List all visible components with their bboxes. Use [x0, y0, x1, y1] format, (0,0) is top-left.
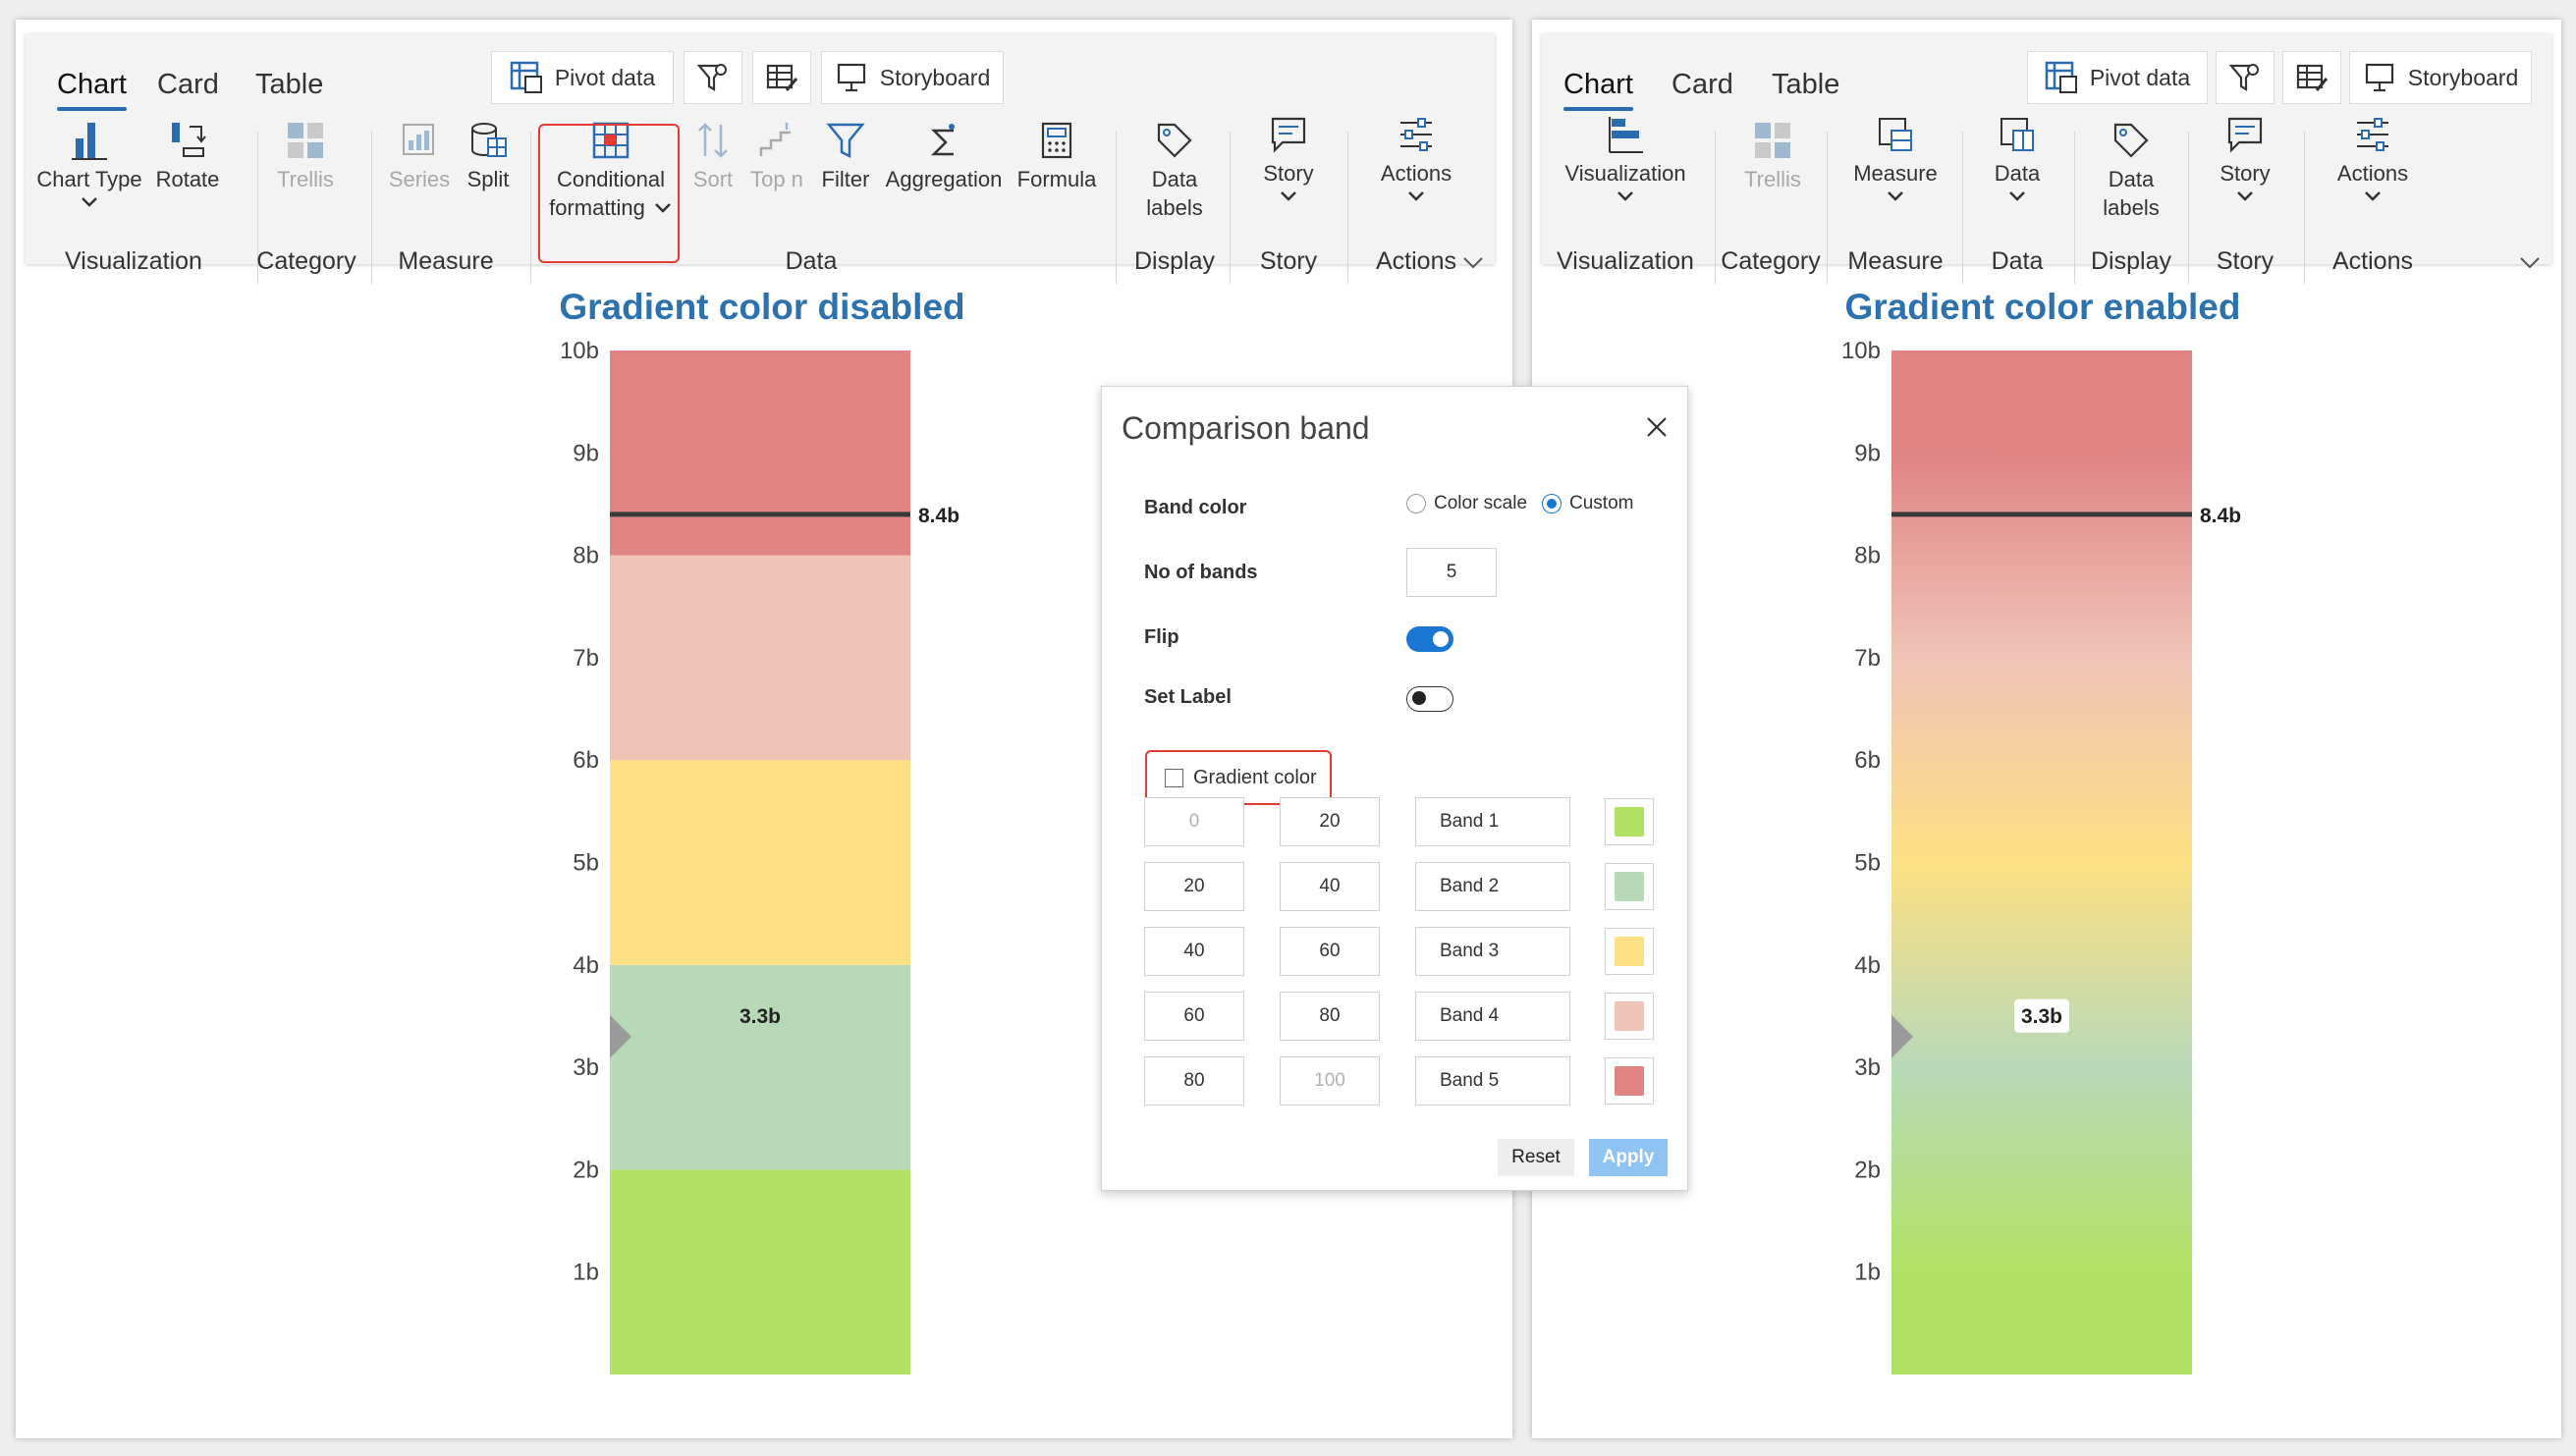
band-to-input[interactable]: 60	[1280, 927, 1380, 976]
band-from-input[interactable]: 20	[1144, 862, 1244, 911]
color-scale-radio[interactable]: Color scale	[1406, 493, 1527, 514]
close-icon[interactable]	[1646, 416, 1668, 438]
color-swatch	[1615, 1066, 1644, 1096]
y-tick-label: 4b	[573, 952, 599, 979]
gradient-color-label: Gradient color	[1193, 766, 1317, 788]
band-from-input[interactable]: 0	[1144, 797, 1244, 846]
custom-label: Custom	[1569, 493, 1634, 513]
comparison-band	[610, 760, 910, 965]
y-tick-label: 2b	[573, 1157, 599, 1183]
band-name-input[interactable]: Band 3	[1415, 927, 1570, 976]
y-tick-label: 5b	[573, 850, 599, 877]
band-name-input[interactable]: Band 2	[1415, 862, 1570, 911]
comparison-band	[610, 964, 910, 1170]
checkbox-box	[1165, 768, 1183, 787]
y-tick-label: 3b	[1854, 1054, 1881, 1081]
band-to-input[interactable]: 40	[1280, 862, 1380, 911]
color-swatch	[1615, 1001, 1644, 1031]
y-tick-label: 8b	[1854, 543, 1881, 569]
band-to-input[interactable]: 20	[1280, 797, 1380, 846]
band-from-input[interactable]: 40	[1144, 927, 1244, 976]
color-scale-label: Color scale	[1434, 493, 1528, 513]
y-tick-label: 9b	[1854, 440, 1881, 466]
set-label-toggle[interactable]	[1406, 686, 1453, 712]
comparison-band	[610, 1169, 910, 1375]
comparison-band	[610, 351, 910, 556]
reset-button[interactable]: Reset	[1498, 1139, 1574, 1176]
dialog-title: Comparison band	[1122, 410, 1370, 446]
apply-button[interactable]: Apply	[1589, 1139, 1668, 1176]
band-from-input[interactable]: 60	[1144, 992, 1244, 1041]
comparison-band	[610, 555, 910, 761]
band-color-picker[interactable]	[1605, 993, 1654, 1040]
color-swatch	[1615, 937, 1644, 966]
color-swatch	[1615, 872, 1644, 901]
y-tick-label: 4b	[1854, 952, 1881, 979]
y-tick-label: 8b	[573, 543, 599, 569]
band-to-input[interactable]: 100	[1280, 1056, 1380, 1105]
y-tick-label: 1b	[573, 1260, 599, 1286]
y-tick-label: 10b	[560, 338, 599, 364]
y-tick-label: 1b	[1854, 1260, 1881, 1286]
target-label: 8.4b	[2200, 505, 2241, 527]
color-swatch	[1615, 807, 1644, 836]
y-tick-label: 10b	[1841, 338, 1881, 364]
band-color-picker[interactable]	[1605, 1057, 1654, 1105]
y-tick-label: 5b	[1854, 850, 1881, 877]
custom-radio[interactable]: Custom	[1542, 493, 1633, 514]
y-tick-label: 7b	[573, 645, 599, 672]
y-tick-label: 6b	[1854, 747, 1881, 774]
band-name-input[interactable]: Band 1	[1415, 797, 1570, 846]
radio-dot	[1542, 494, 1562, 513]
flip-label: Flip	[1144, 626, 1179, 648]
gradient-band	[1891, 351, 2192, 1375]
band-name-input[interactable]: Band 4	[1415, 992, 1570, 1041]
radio-dot	[1406, 494, 1426, 513]
no-of-bands-label: No of bands	[1144, 562, 1258, 583]
y-tick-label: 6b	[573, 747, 599, 774]
band-from-input[interactable]: 80	[1144, 1056, 1244, 1105]
band-color-picker[interactable]	[1605, 928, 1654, 975]
no-of-bands-input[interactable]: 5	[1406, 548, 1497, 597]
flip-toggle[interactable]	[1406, 626, 1453, 652]
y-tick-label: 3b	[573, 1054, 599, 1081]
band-color-picker[interactable]	[1605, 863, 1654, 910]
y-tick-label: 2b	[1854, 1157, 1881, 1183]
comparison-band-dialog: Comparison band Band color Color scale C…	[1101, 386, 1688, 1191]
set-label-label: Set Label	[1144, 686, 1232, 708]
band-name-input[interactable]: Band 5	[1415, 1056, 1570, 1105]
target-label: 8.4b	[918, 505, 959, 527]
value-label: 3.3b	[2021, 1005, 2062, 1028]
band-to-input[interactable]: 80	[1280, 992, 1380, 1041]
y-tick-label: 9b	[573, 440, 599, 466]
band-color-picker[interactable]	[1605, 798, 1654, 845]
y-tick-label: 7b	[1854, 645, 1881, 672]
band-color-label: Band color	[1144, 497, 1247, 518]
value-label: 3.3b	[740, 1005, 781, 1028]
